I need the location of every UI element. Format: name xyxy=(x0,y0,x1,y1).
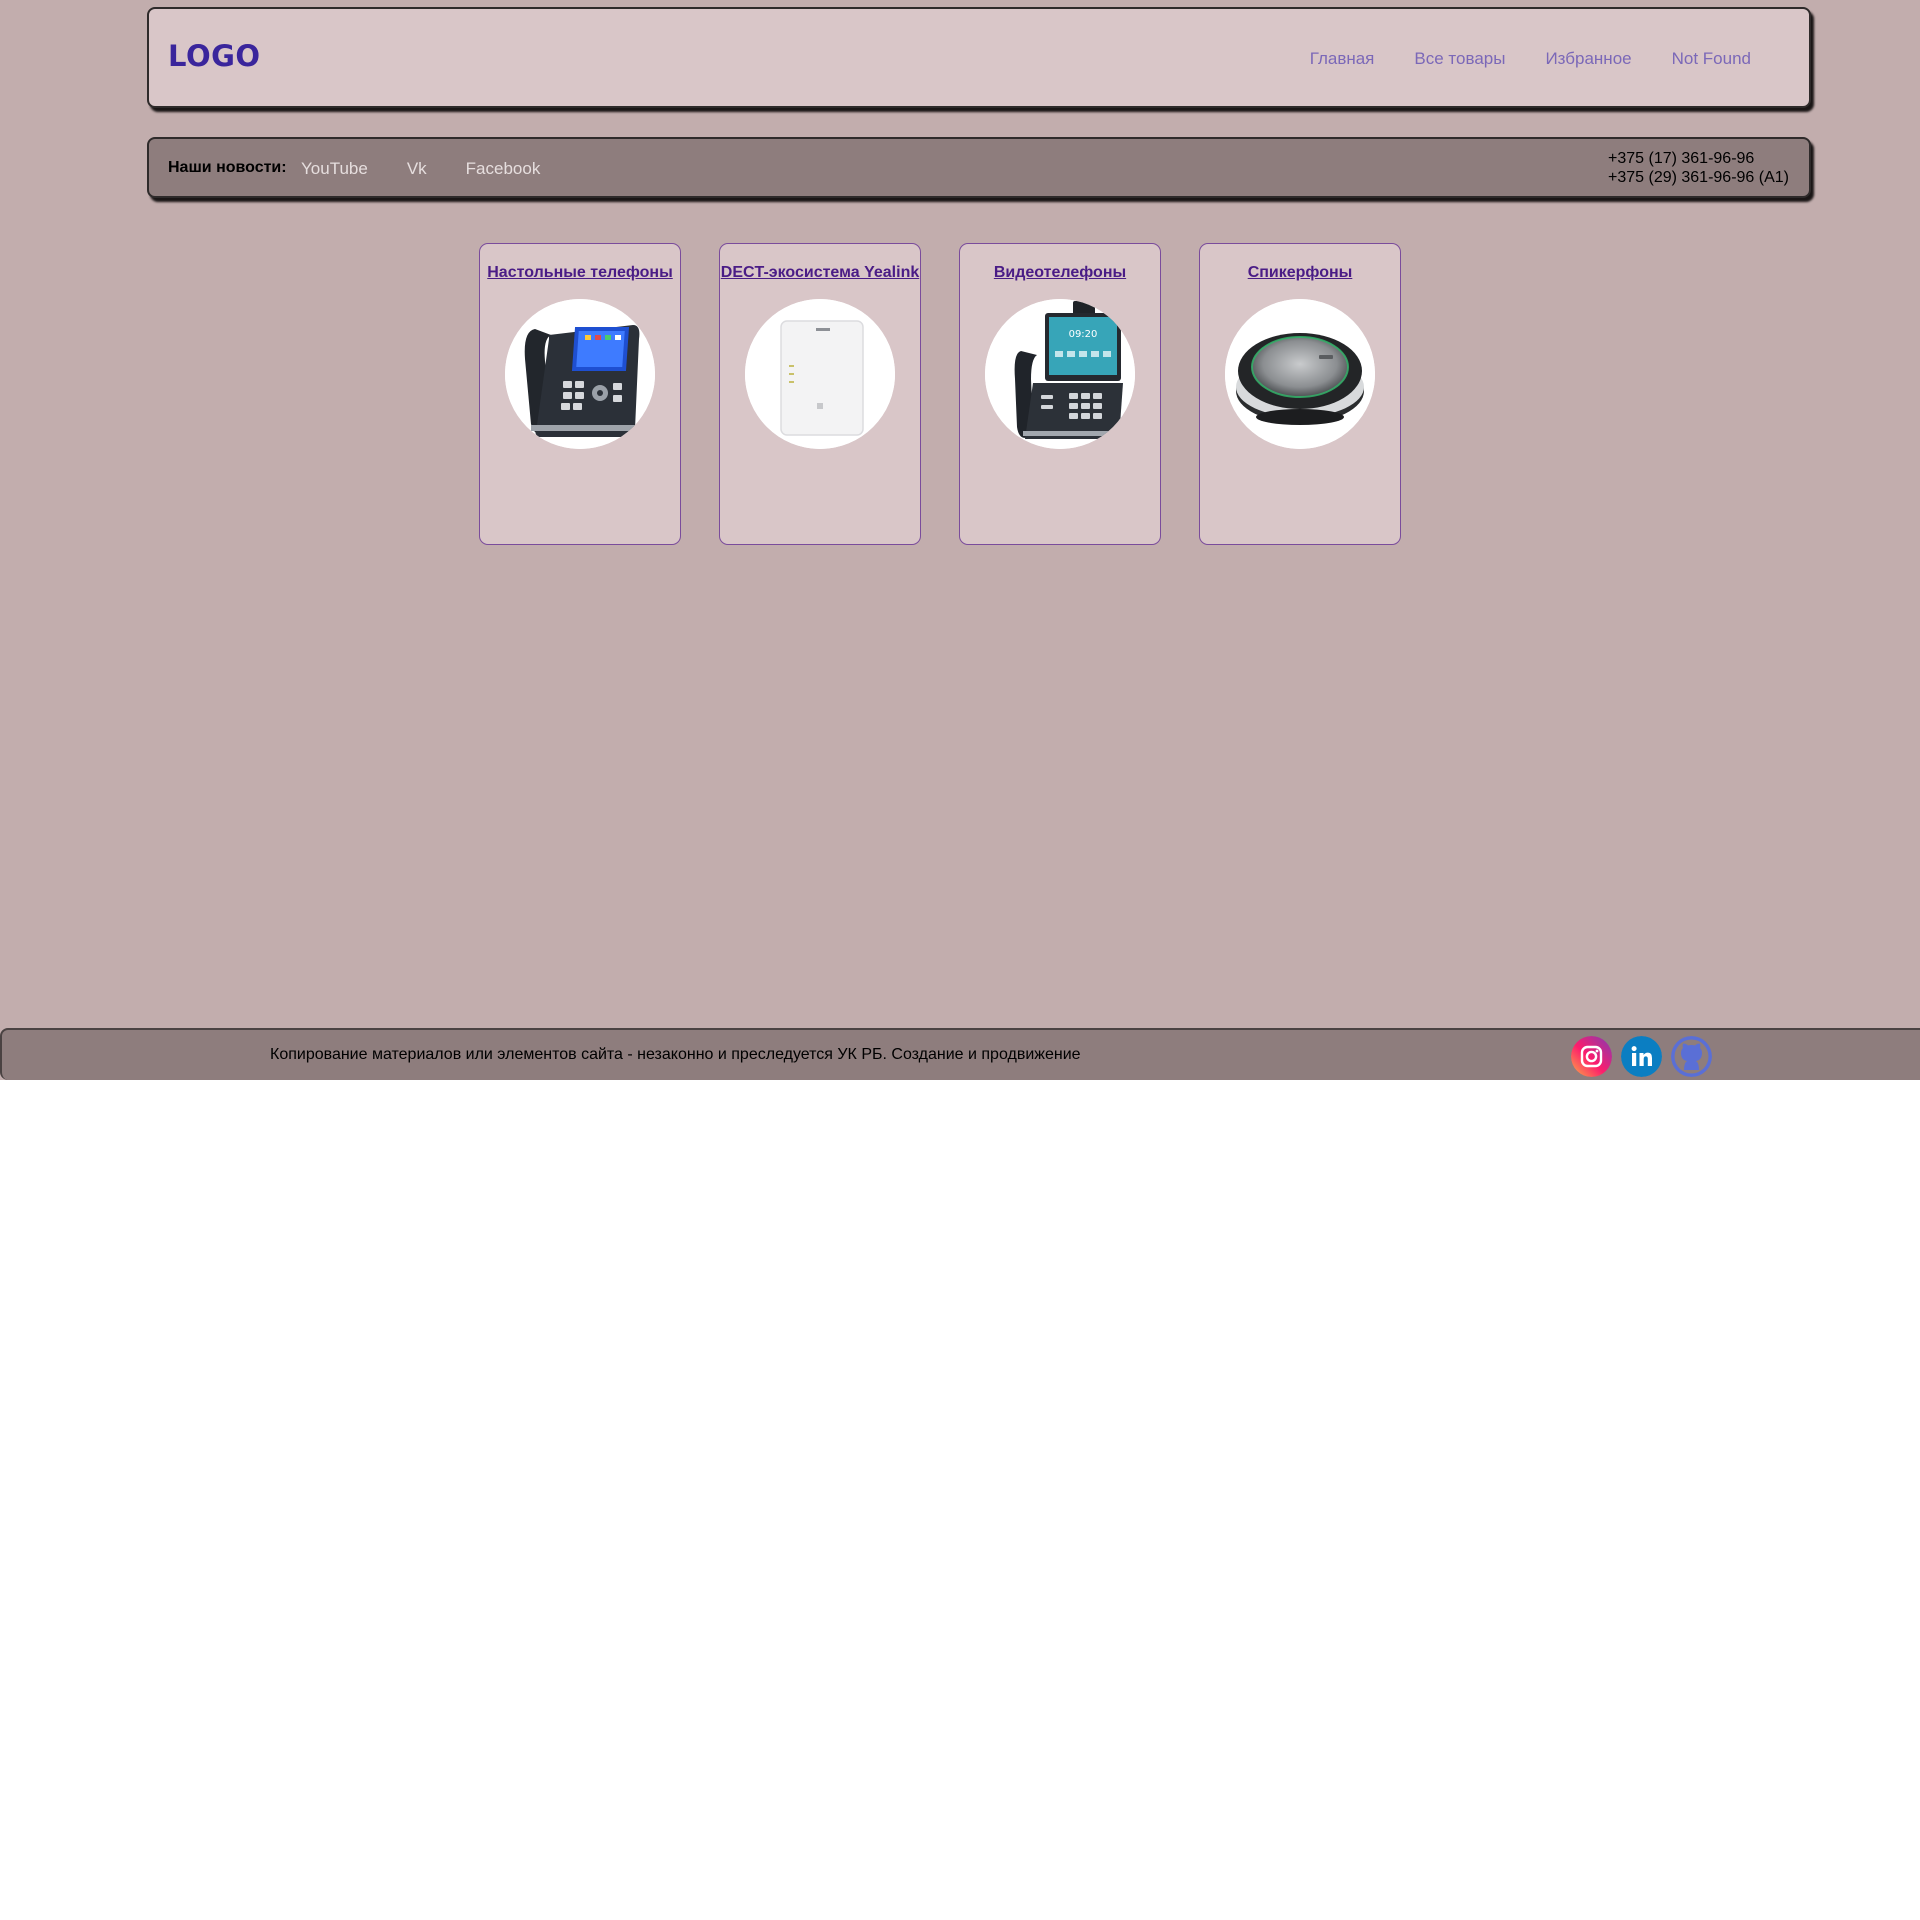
category-card[interactable]: Спикерфоны xyxy=(1199,243,1401,545)
copyright-text: Копирование материалов или элементов сай… xyxy=(270,1046,1081,1063)
category-title-link[interactable]: DECT-экосистема Yealink xyxy=(720,264,920,282)
category-card[interactable]: Настольные телефоны xyxy=(479,243,681,545)
github-icon[interactable] xyxy=(1671,1036,1712,1077)
desk-phone-image[interactable] xyxy=(505,299,655,449)
svg-text:09:20: 09:20 xyxy=(1069,329,1098,340)
phone-number: +375 (17) 361-96-96 xyxy=(1608,150,1755,167)
site-header: LOGO Главная Все товары Избранное Not Fo… xyxy=(147,7,1811,108)
logo[interactable]: LOGO xyxy=(168,39,261,73)
dect-base-station-image[interactable] xyxy=(745,299,895,449)
news-label: Наши новости: xyxy=(168,159,287,176)
contact-phones: +375 (17) 361-96-96 +375 (29) 361-96-96 … xyxy=(1608,149,1789,187)
news-link-facebook[interactable]: Facebook xyxy=(466,159,541,179)
nav-link-home[interactable]: Главная xyxy=(1310,49,1375,69)
category-title-link[interactable]: Спикерфоны xyxy=(1200,264,1400,282)
category-title-link[interactable]: Настольные телефоны xyxy=(480,264,680,282)
news-bar: Наши новости: YouTube Vk Facebook +375 (… xyxy=(147,137,1811,198)
category-card[interactable]: Видеотелефоны 09:20 xyxy=(959,243,1161,545)
nav-link-favorites[interactable]: Избранное xyxy=(1545,49,1631,69)
speakerphone-image[interactable] xyxy=(1225,299,1375,449)
linkedin-icon[interactable] xyxy=(1621,1036,1662,1077)
video-phone-image[interactable]: 09:20 xyxy=(985,299,1135,449)
category-title-link[interactable]: Видеотелефоны xyxy=(960,264,1160,282)
nav-link-not-found[interactable]: Not Found xyxy=(1672,49,1751,69)
news-link-youtube[interactable]: YouTube xyxy=(301,159,368,179)
news-link-vk[interactable]: Vk xyxy=(407,159,427,179)
site-footer: Копирование материалов или элементов сай… xyxy=(0,1028,1920,1080)
category-card[interactable]: DECT-экосистема Yealink xyxy=(719,243,921,545)
nav-link-all-products[interactable]: Все товары xyxy=(1414,49,1505,69)
instagram-icon[interactable] xyxy=(1571,1036,1612,1077)
news-links: YouTube Vk Facebook xyxy=(301,159,540,179)
social-links xyxy=(1571,1036,1712,1077)
phone-number: +375 (29) 361-96-96 (A1) xyxy=(1608,169,1789,186)
main-nav: Главная Все товары Избранное Not Found xyxy=(1310,49,1751,69)
category-grid: Настольные телефоны DECT-экосистема Yeal… xyxy=(479,243,1401,545)
